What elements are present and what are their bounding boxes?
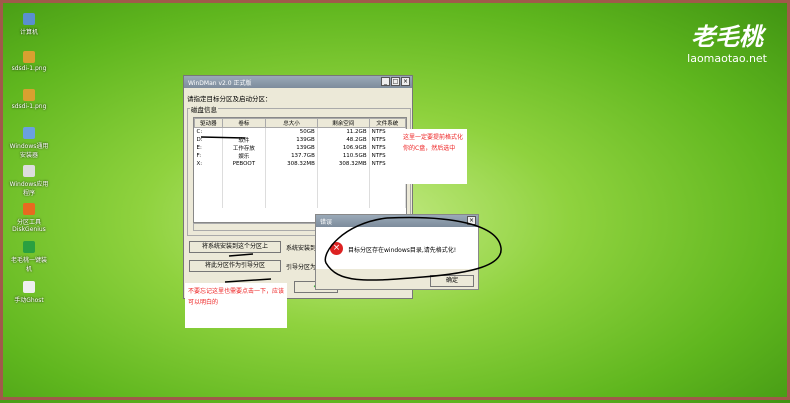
hand-drawn-annotations (200, 136, 502, 283)
